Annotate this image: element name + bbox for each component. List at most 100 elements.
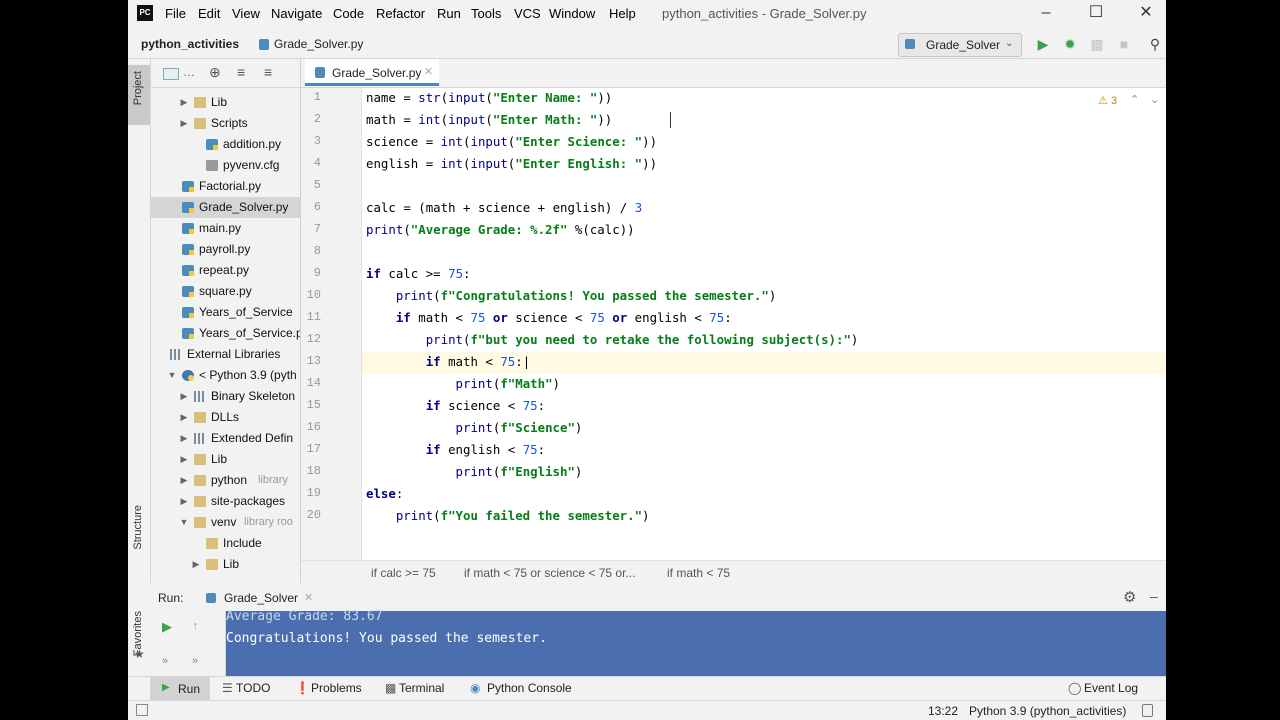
tree-item[interactable]: Include [151, 533, 300, 554]
run-config-label: Grade_Solver [926, 38, 1001, 52]
menu-file[interactable]: File [165, 6, 186, 21]
breadcrumb-if-math[interactable]: if math < 75 [667, 566, 730, 580]
tree-item[interactable]: Years_of_Service.py [151, 323, 300, 344]
menu-edit[interactable]: Edit [198, 6, 220, 21]
chevron-right-icon[interactable]: ▶ [179, 92, 189, 113]
menu-navigate[interactable]: Navigate [271, 6, 322, 21]
run-icon[interactable]: ▶ [1035, 36, 1051, 52]
menu-help[interactable]: Help [609, 6, 636, 21]
gear-icon[interactable]: ⚙ [1123, 588, 1136, 606]
collapse-all-icon[interactable]: ≡ [237, 64, 245, 80]
breadcrumb-file[interactable]: Grade_Solver.py [274, 37, 363, 51]
code-editor[interactable]: ⚠ 3 ⌃ ⌄ name = str(input("Enter Name: ")… [362, 88, 1166, 560]
close-icon[interactable]: ✕ [1135, 3, 1157, 23]
tree-item[interactable]: ▶ Binary Skeleton [151, 386, 300, 407]
tree-item[interactable]: addition.py [151, 134, 300, 155]
tree-item[interactable]: square.py [151, 281, 300, 302]
expand-left-icon[interactable]: » [162, 655, 168, 667]
tool-tab-run[interactable]: ▶ Run [150, 677, 210, 701]
project-toolbar: … ⊕ ≡ ≡ [151, 59, 300, 88]
chevron-right-icon[interactable]: ▶ [179, 428, 189, 449]
tree-item[interactable]: Factorial.py [151, 176, 300, 197]
tool-tab-terminal[interactable]: Terminal [399, 681, 444, 695]
chevron-right-icon[interactable]: ▶ [179, 386, 189, 407]
tab-grade-solver[interactable]: Grade_Solver.py ✕ [305, 59, 439, 86]
tree-item[interactable]: ▶ python library [151, 470, 300, 491]
tree-item[interactable]: main.py [151, 218, 300, 239]
hide-icon[interactable]: – [1150, 588, 1158, 604]
chevron-right-icon[interactable]: ▶ [179, 491, 189, 512]
chevron-right-icon[interactable]: ▶ [179, 449, 189, 470]
tree-item[interactable]: ▶ Scripts [151, 113, 300, 134]
menu-vcs[interactable]: VCS [514, 6, 541, 21]
event-log-icon: ◯ [1068, 681, 1082, 695]
minimize-icon[interactable]: – [1035, 3, 1057, 23]
tree-item[interactable]: pyvenv.cfg [151, 155, 300, 176]
tool-tab-python-console[interactable]: Python Console [487, 681, 572, 695]
menu-view[interactable]: View [232, 6, 260, 21]
menu-code[interactable]: Code [333, 6, 364, 21]
chevron-down-icon[interactable]: ▼ [167, 365, 177, 386]
project-tool-tab[interactable]: Project [128, 65, 150, 125]
run-tab-label[interactable]: Grade_Solver [224, 591, 298, 605]
caret-position[interactable]: 13:22 [928, 704, 958, 718]
star-icon[interactable]: ★ [134, 647, 145, 661]
chevron-down-icon[interactable]: ▼ [179, 512, 189, 533]
tool-windows-toggle-icon[interactable] [136, 704, 148, 716]
python-console-icon: ◉ [470, 681, 481, 695]
tree-item[interactable]: Years_of_Service [151, 302, 300, 323]
run-config-dropdown[interactable]: Grade_Solver ⌄ [898, 33, 1022, 57]
tool-tab-problems[interactable]: Problems [311, 681, 362, 695]
chevron-right-icon[interactable]: ▶ [179, 407, 189, 428]
tree-item[interactable]: External Libraries [151, 344, 300, 365]
maximize-icon[interactable]: ☐ [1085, 3, 1107, 23]
coverage-icon[interactable]: ▩ [1089, 36, 1105, 52]
warnings-indicator[interactable]: ⚠ 3 [1098, 94, 1117, 107]
menu-window[interactable]: Window [549, 6, 595, 21]
tree-item[interactable]: ▶ Lib [151, 554, 300, 575]
structure-tab-label[interactable]: Structure [132, 505, 144, 550]
tree-item[interactable]: ▶ DLLs [151, 407, 300, 428]
more-icon[interactable]: … [183, 65, 195, 79]
event-log-button[interactable]: Event Log [1084, 681, 1138, 695]
run-console[interactable]: Average Grade: 83.67 Congratulations! Yo… [226, 609, 1166, 676]
menu-refactor[interactable]: Refactor [376, 6, 425, 21]
search-icon[interactable]: ⚲ [1147, 36, 1163, 52]
console-line-1: Average Grade: 83.67 [226, 609, 383, 624]
interpreter-status[interactable]: Python 3.9 (python_activities) [969, 704, 1126, 718]
tab-close-icon[interactable]: ✕ [424, 65, 433, 78]
expand-right-icon[interactable]: » [192, 655, 198, 667]
breadcrumb-if-calc[interactable]: if calc >= 75 [371, 566, 436, 580]
breadcrumb-project[interactable]: python_activities [141, 37, 239, 51]
tree-item[interactable]: ▶ Extended Defin [151, 428, 300, 449]
lock-icon[interactable] [1142, 704, 1153, 717]
warning-icon: ⚠ [1098, 95, 1108, 107]
locate-icon[interactable]: ⊕ [209, 64, 221, 81]
tree-item[interactable]: repeat.py [151, 260, 300, 281]
tree-item[interactable]: payroll.py [151, 239, 300, 260]
tree-item[interactable]: ▼ venv library roo [151, 512, 300, 533]
chevron-down-icon[interactable]: ⌄ [1150, 93, 1159, 106]
tree-item[interactable]: ▶ site-packages [151, 491, 300, 512]
tree-item[interactable]: ▼ < Python 3.9 (pyth [151, 365, 300, 386]
breadcrumb-if-math-or[interactable]: if math < 75 or science < 75 or... [464, 566, 635, 580]
up-arrow-icon[interactable]: ↑ [192, 618, 199, 633]
tree-item[interactable]: ▶ Lib [151, 449, 300, 470]
tool-tab-todo[interactable]: TODO [236, 681, 270, 695]
run-tab-close-icon[interactable]: ✕ [304, 591, 313, 604]
tree-item[interactable]: ▶ Lib [151, 92, 300, 113]
chevron-right-icon[interactable]: ▶ [191, 554, 201, 575]
menu-run[interactable]: Run [437, 6, 461, 21]
chevron-right-icon[interactable]: ▶ [179, 470, 189, 491]
expand-all-icon[interactable]: ≡ [264, 64, 272, 80]
debug-icon[interactable]: ✹ [1062, 36, 1078, 52]
stop-icon[interactable]: ■ [1116, 36, 1132, 52]
left-tool-strip: Project Structure [128, 59, 151, 583]
project-view-icon[interactable] [163, 68, 179, 80]
chevron-right-icon[interactable]: ▶ [179, 113, 189, 134]
chevron-up-icon[interactable]: ⌃ [1130, 93, 1139, 106]
tool-window-bar: ▶ Run ☰ TODO ❗ Problems ▩ Terminal ◉ Pyt… [128, 676, 1166, 701]
tree-item[interactable]: Grade_Solver.py [151, 197, 300, 218]
menu-tools[interactable]: Tools [471, 6, 501, 21]
rerun-icon[interactable]: ▶ [162, 619, 172, 635]
